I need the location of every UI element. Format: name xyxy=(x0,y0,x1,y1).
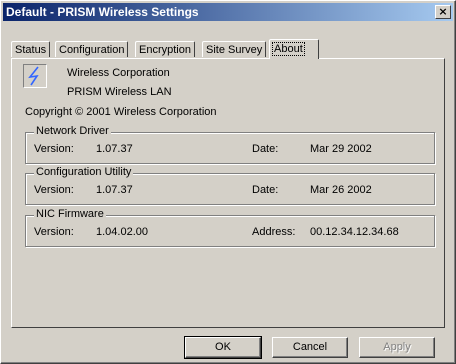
nic-firmware-address-label: Address: xyxy=(252,226,296,238)
tab-site-survey[interactable]: Site Survey xyxy=(202,41,267,57)
network-driver-group: Network Driver Version: 1.07.37 Date: Ma… xyxy=(25,125,435,164)
tab-site-survey-label: Site Survey xyxy=(206,44,263,56)
close-button[interactable]: × xyxy=(435,5,451,19)
ok-button[interactable]: OK xyxy=(184,336,262,359)
config-utility-date: Mar 26 2002 xyxy=(310,184,372,196)
tab-status[interactable]: Status xyxy=(11,41,51,57)
apply-button-label: Apply xyxy=(383,341,411,353)
window-title: Default - PRISM Wireless Settings xyxy=(6,5,199,19)
title-bar[interactable]: Default - PRISM Wireless Settings × xyxy=(3,3,453,21)
config-utility-date-label: Date: xyxy=(252,184,279,196)
lightning-bolt-icon xyxy=(23,64,47,88)
nic-firmware-address: 00.12.34.12.34.68 xyxy=(310,226,399,238)
ok-button-label: OK xyxy=(215,341,231,353)
nic-firmware-version: 1.04.02.00 xyxy=(96,226,148,238)
cancel-button[interactable]: Cancel xyxy=(272,337,348,358)
dialog-window: Default - PRISM Wireless Settings × Stat… xyxy=(0,0,456,364)
config-utility-group: Configuration Utility Version: 1.07.37 D… xyxy=(25,166,435,205)
close-icon: × xyxy=(438,5,448,18)
tab-encryption-label: Encryption xyxy=(139,44,191,56)
apply-button[interactable]: Apply xyxy=(359,337,435,358)
cancel-button-label: Cancel xyxy=(292,341,328,353)
company-name: Wireless Corporation xyxy=(67,67,170,79)
tab-about-label: About xyxy=(272,42,305,56)
network-driver-title: Network Driver xyxy=(34,125,111,137)
network-driver-date-label: Date: xyxy=(252,143,279,155)
nic-firmware-group: NIC Firmware Version: 1.04.02.00 Address… xyxy=(25,208,435,247)
tab-about[interactable]: About xyxy=(269,39,319,59)
network-driver-date: Mar 29 2002 xyxy=(310,143,372,155)
config-utility-version: 1.07.37 xyxy=(96,184,133,196)
config-utility-title: Configuration Utility xyxy=(34,166,134,178)
nic-firmware-title: NIC Firmware xyxy=(34,208,106,220)
tab-status-label: Status xyxy=(15,44,47,56)
network-driver-version: 1.07.37 xyxy=(96,143,133,155)
tab-configuration[interactable]: Configuration xyxy=(55,41,129,57)
tab-configuration-label: Configuration xyxy=(59,44,125,56)
tab-encryption[interactable]: Encryption xyxy=(135,41,195,57)
nic-firmware-version-label: Version: xyxy=(34,226,74,238)
product-name: PRISM Wireless LAN xyxy=(67,86,172,98)
copyright-text: Copyright © 2001 Wireless Corporation xyxy=(25,106,217,118)
config-utility-version-label: Version: xyxy=(34,184,74,196)
network-driver-version-label: Version: xyxy=(34,143,74,155)
